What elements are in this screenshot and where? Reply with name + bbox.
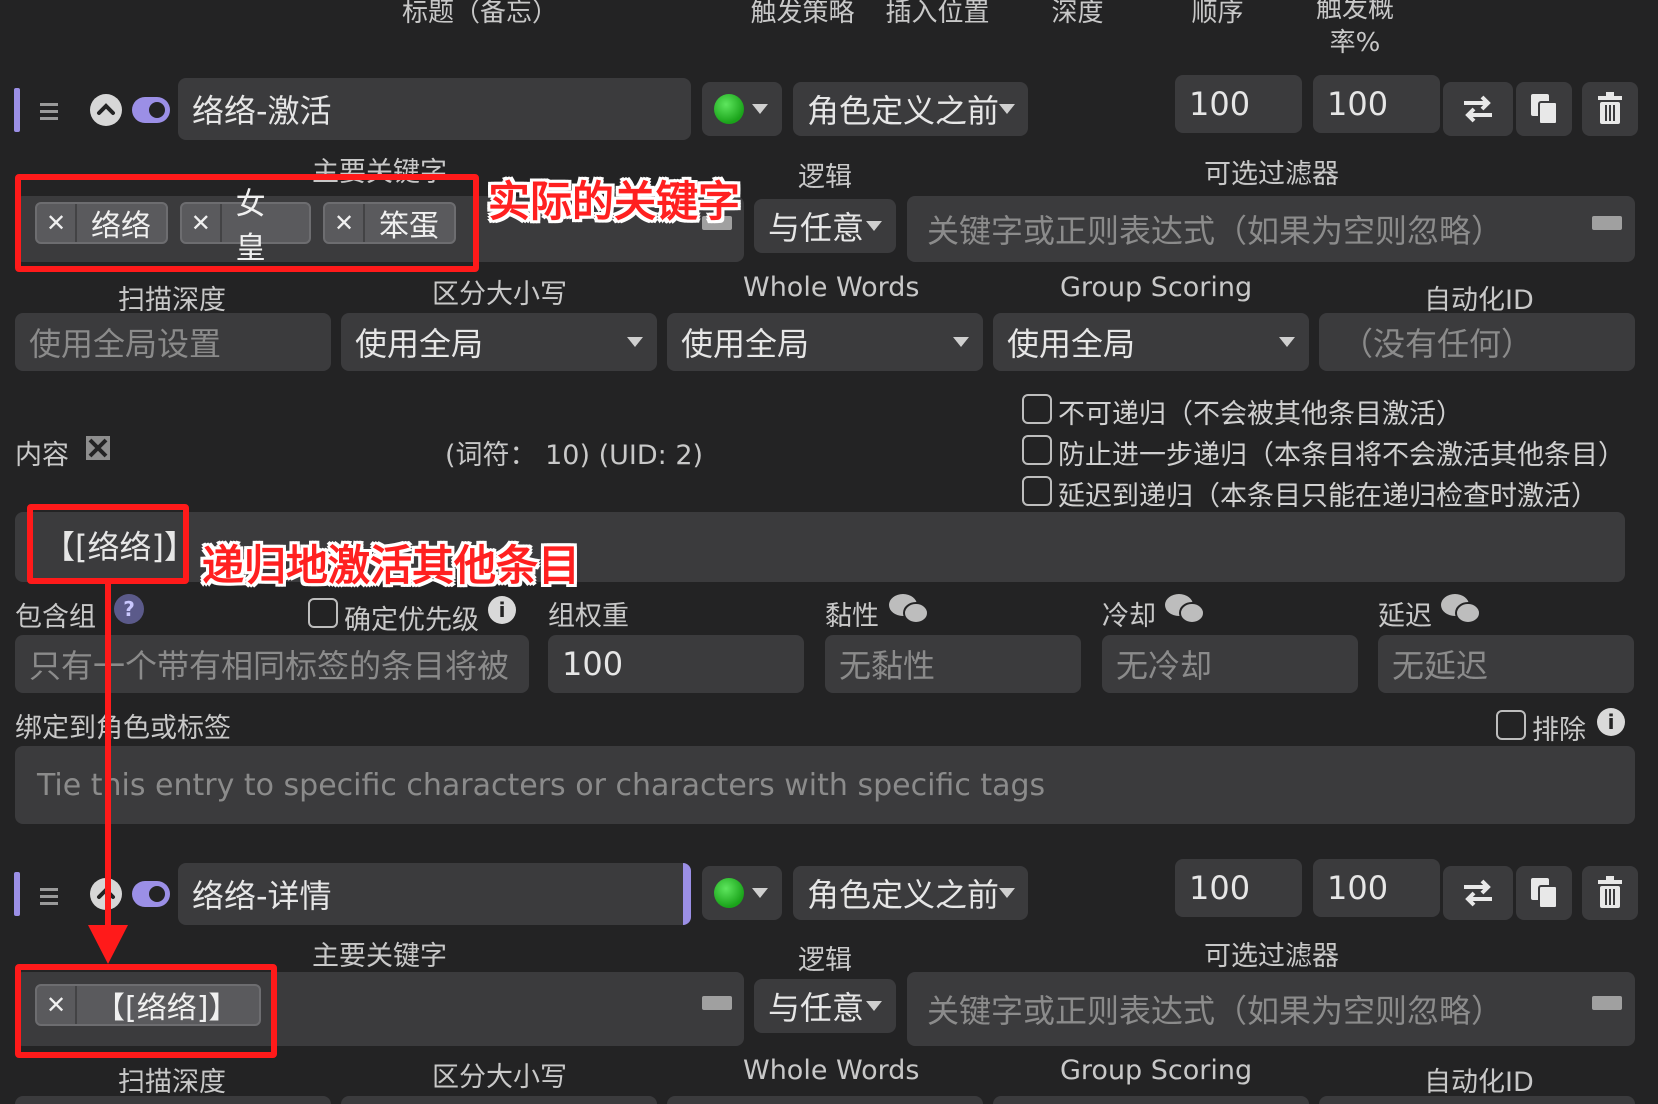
recursion-arrow (88, 584, 128, 964)
